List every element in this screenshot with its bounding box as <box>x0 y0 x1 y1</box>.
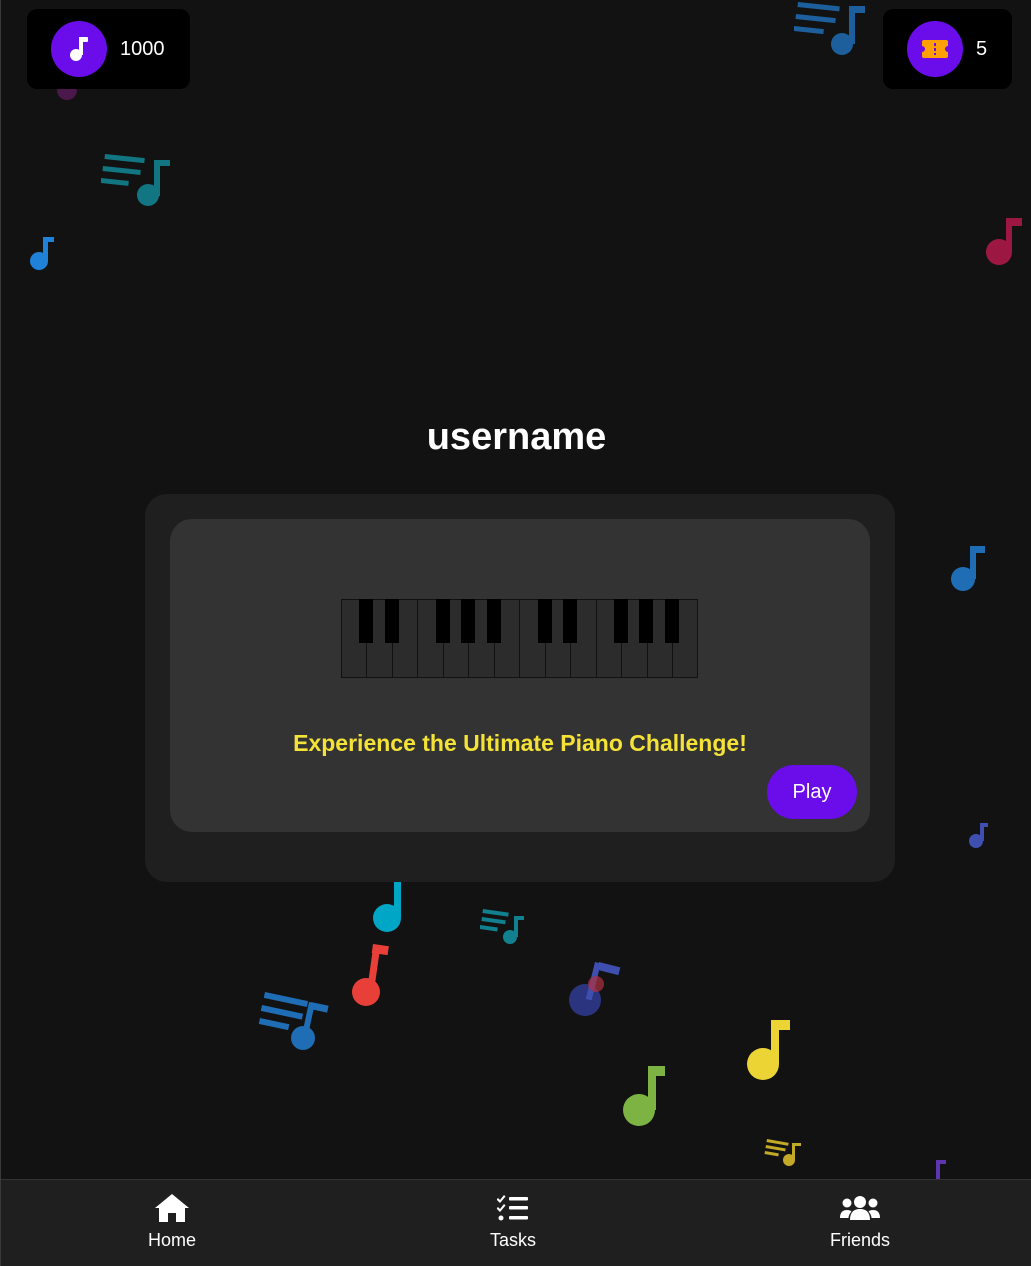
play-button[interactable]: Play <box>767 765 857 819</box>
nav-item-tasks[interactable]: Tasks <box>443 1180 583 1266</box>
music-note-icon <box>373 880 401 932</box>
music-note-icon <box>969 823 988 848</box>
nav-label-friends: Friends <box>829 1230 891 1250</box>
music-note-icon <box>623 1066 665 1126</box>
game-card-inner: Experience the Ultimate Piano Challenge!… <box>170 519 870 832</box>
music-points-count: 1000 <box>120 37 165 60</box>
music-note-icon <box>352 944 389 1006</box>
username-title: username <box>426 416 607 458</box>
music-note-icon <box>569 962 621 1016</box>
tagline: Experience the Ultimate Piano Challenge! <box>293 730 747 756</box>
tickets-badge: 5 <box>883 9 1012 89</box>
music-note-icon <box>747 1020 790 1080</box>
music-note-icon <box>951 546 985 591</box>
tickets-count: 5 <box>976 37 988 60</box>
bottom-nav: Home Tasks Friends <box>1 1179 1031 1266</box>
music-note-icon <box>30 237 54 270</box>
music-points-badge: 1000 <box>27 9 190 89</box>
music-notes-icon <box>258 992 329 1050</box>
music-note-icon <box>986 218 1022 265</box>
ticket-icon <box>907 21 963 77</box>
nav-label-tasks: Tasks <box>489 1230 536 1250</box>
home-icon <box>154 1192 190 1224</box>
nav-item-home[interactable]: Home <box>102 1180 242 1266</box>
friends-icon <box>840 1192 880 1224</box>
music-notes-icon <box>794 2 865 55</box>
music-notes-icon <box>101 154 170 206</box>
piano-keyboard-icon <box>341 599 698 678</box>
nav-label-home: Home <box>147 1230 196 1250</box>
music-notes-icon <box>480 909 524 944</box>
nav-item-friends[interactable]: Friends <box>790 1180 930 1266</box>
game-card: Experience the Ultimate Piano Challenge!… <box>145 494 895 882</box>
tasks-icon <box>497 1192 529 1224</box>
music-note-icon <box>51 21 107 77</box>
music-notes-icon <box>764 1139 801 1166</box>
